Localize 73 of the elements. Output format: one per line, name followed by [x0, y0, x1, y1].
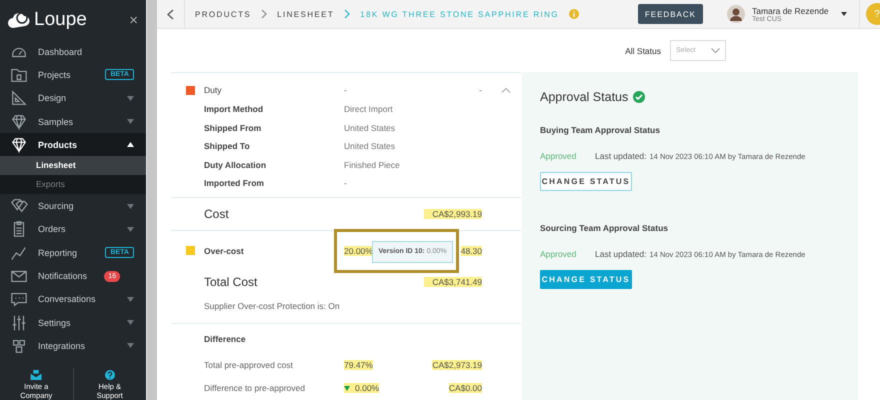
breadcrumb-link[interactable]: LINESHEET [277, 10, 334, 18]
nav-item[interactable]: Conversations [0, 288, 146, 311]
detail-value: Finished Piece [344, 160, 401, 170]
caret-icon [841, 12, 847, 16]
cost-amount: CA$2,973.19 [432, 360, 482, 370]
nav-item[interactable]: Integrations [0, 334, 146, 358]
cost-amount: CA$3,741.49 [424, 276, 482, 286]
detail-value: - [344, 178, 348, 188]
breadcrumb-link[interactable]: PRODUCTS [195, 10, 252, 18]
filter-label: All Status [625, 46, 661, 56]
section-title: Difference [204, 334, 247, 344]
status-text: Approved [540, 151, 578, 161]
nav-icon [10, 112, 28, 131]
section-heading: Sourcing Team Approval Status [540, 223, 669, 233]
nav-subitem[interactable]: Linesheet [0, 156, 146, 176]
chevron-icon [711, 48, 720, 53]
cost-title: Cost [204, 206, 230, 220]
close-button[interactable]: × [129, 12, 138, 28]
nav-icon [10, 136, 28, 154]
info-icon [568, 9, 579, 19]
avatar-icon [727, 5, 745, 23]
detail-label: Shipped To [204, 141, 251, 152]
down-arrow-icon [344, 386, 350, 391]
cost-value: - [344, 85, 348, 95]
nav-subitem[interactable]: Exports [0, 175, 146, 194]
nav-item[interactable]: Dashboard [0, 40, 146, 64]
cloud-logo-icon [8, 11, 30, 29]
user-name: Tamara de Rezende [752, 6, 830, 16]
protection-note: Supplier Over-cost Protection is: On [204, 300, 341, 310]
nav-item[interactable]: Design [0, 86, 146, 110]
detail-label: Duty Allocation [204, 160, 268, 170]
cost-amount: CA$0.00 [448, 383, 482, 393]
nav-icon [10, 89, 28, 108]
percent-value: 79.47% [344, 360, 373, 370]
panel-title: Approval Status [540, 90, 628, 104]
difference-label: Difference to pre-approved [204, 383, 306, 393]
nav-item[interactable]: Sourcing [0, 194, 146, 218]
cost-amount: - [478, 85, 482, 95]
nav-item[interactable]: Products [0, 133, 146, 156]
feedback-button[interactable]: FEEDBACK [638, 4, 703, 24]
nav-item[interactable]: Settings [0, 310, 146, 334]
help-icon [104, 370, 116, 380]
change-status-button[interactable]: CHANGE STATUS [540, 172, 632, 191]
updated-label: Last updated: [595, 151, 647, 161]
nav-icon [10, 314, 28, 332]
detail-value: United States [344, 141, 396, 152]
logo-text: Loupe [34, 9, 88, 31]
cost-label: Over-cost [204, 246, 245, 256]
updated-label: Last updated: [595, 249, 647, 259]
status-text: Approved [540, 249, 578, 259]
detail-label: Imported From [204, 178, 265, 188]
cost-amount: 48.30 [460, 246, 482, 256]
section-heading: Buying Team Approval Status [540, 125, 661, 135]
detail-value: Direct Import [344, 104, 394, 114]
nav-icon [10, 290, 28, 308]
chevron-icon [344, 9, 350, 19]
difference-label: Total pre-approved cost [204, 360, 294, 370]
envelope-icon [30, 370, 42, 380]
cost-amount: CA$2,993.19 [424, 208, 482, 218]
percent-value: 0.00% [344, 383, 380, 394]
cost-label: Duty [204, 85, 222, 95]
detail-value: United States [344, 122, 396, 133]
scrollbar[interactable] [146, 0, 157, 400]
nav-item[interactable]: Samples [0, 110, 146, 134]
nav-icon [10, 197, 28, 216]
percent-value: 20.00% [344, 246, 373, 256]
chevron-icon[interactable] [500, 87, 510, 93]
chevron-icon [261, 9, 268, 19]
detail-label: Import Method [204, 104, 264, 114]
nav-item[interactable]: Orders [0, 218, 146, 242]
cost-title: Total Cost [204, 274, 258, 288]
detail-label: Shipped From [204, 122, 262, 133]
back-icon [167, 8, 174, 20]
